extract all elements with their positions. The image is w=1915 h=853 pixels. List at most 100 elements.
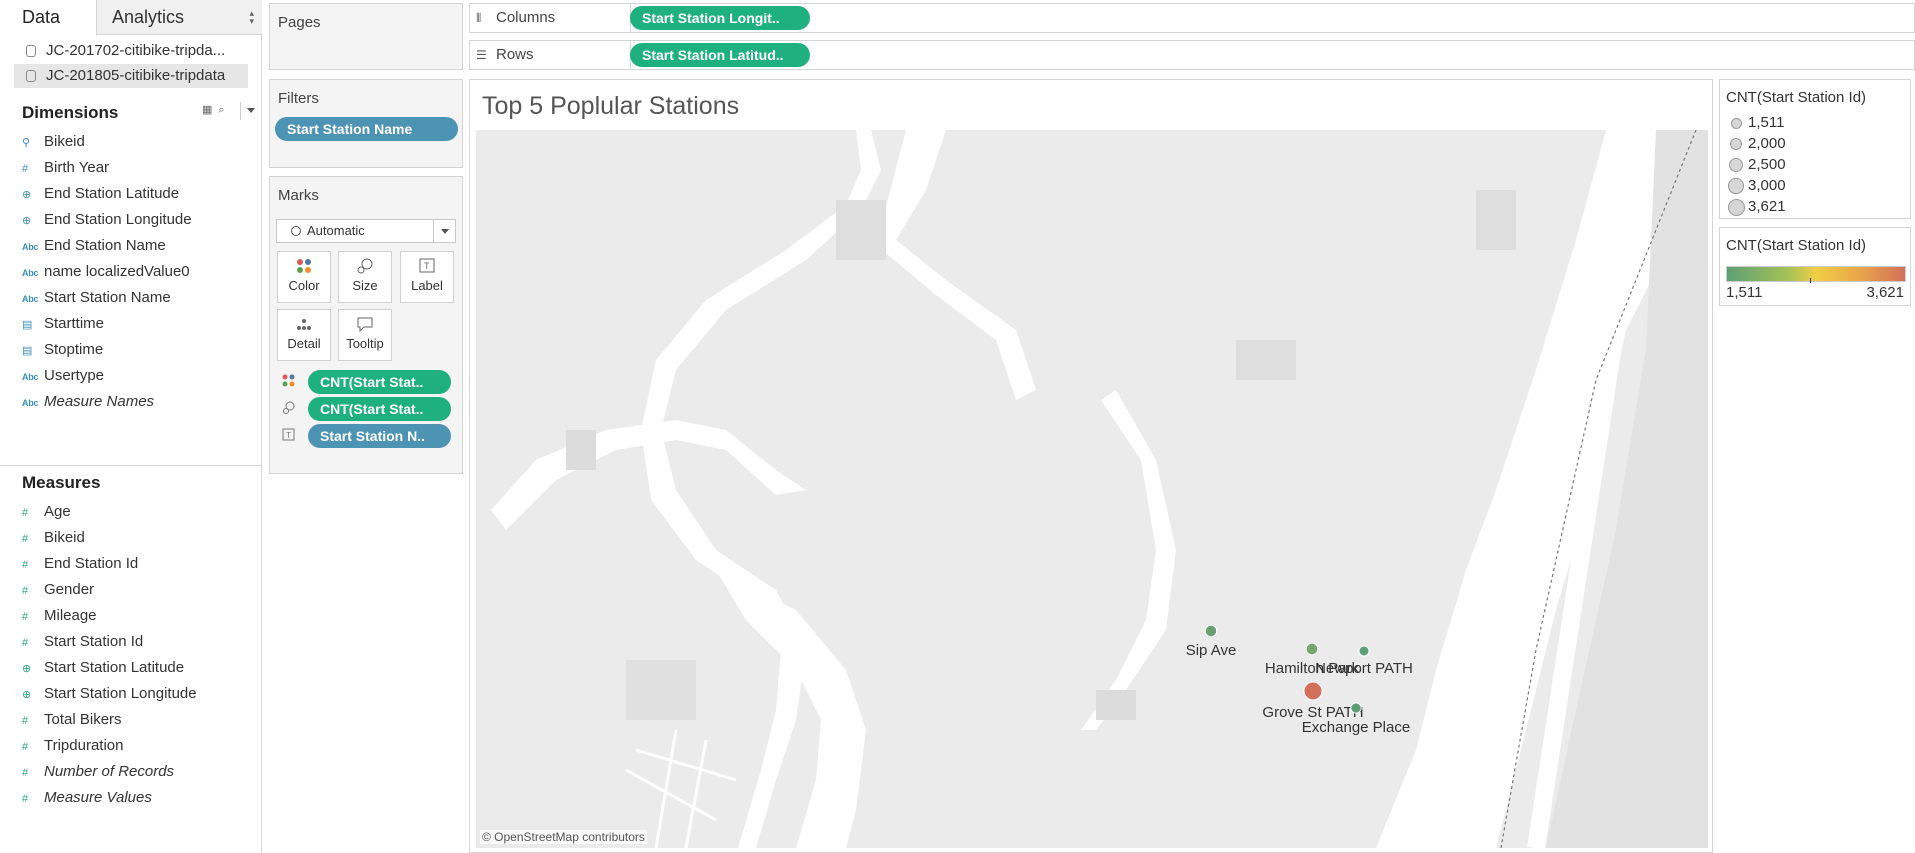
- tab-analytics[interactable]: Analytics: [112, 0, 184, 35]
- label-pill[interactable]: Start Station N..: [308, 424, 451, 448]
- size-legend[interactable]: CNT(Start Station Id) 1,511 2,000 2,500 3,0…: [1719, 79, 1911, 219]
- dimension-field[interactable]: Abc End Station Name: [22, 235, 166, 257]
- columns-pill[interactable]: Start Station Longit..: [630, 6, 810, 30]
- columns-shelf[interactable]: ⦀ Columns Start Station Longit..: [469, 3, 1915, 33]
- dimension-field[interactable]: ▤ Starttime: [22, 313, 104, 335]
- dimension-field[interactable]: Abc Usertype: [22, 365, 104, 387]
- measure-field[interactable]: # Total Bikers: [22, 709, 122, 731]
- measure-field-label: Measure Values: [44, 789, 152, 806]
- color-legend-max: 3,621: [1866, 284, 1904, 301]
- size-value: 3,000: [1748, 177, 1786, 194]
- datasource-item-active[interactable]: JC-201805-citibike-tripdata: [14, 64, 248, 88]
- link-icon: ⚲: [22, 137, 31, 149]
- pages-card[interactable]: Pages: [269, 3, 463, 70]
- filters-card[interactable]: Filters Start Station Name: [269, 79, 463, 168]
- dimension-field[interactable]: Abc Start Station Name: [22, 287, 171, 309]
- chevron-down-icon[interactable]: [433, 220, 455, 242]
- measure-field[interactable]: # Mileage: [22, 605, 97, 627]
- datasource-label: JC-201702-citibike-tripda...: [46, 42, 226, 59]
- dimension-field[interactable]: ⊕ End Station Longitude: [22, 209, 192, 231]
- columns-icon: ⦀: [476, 11, 482, 25]
- svg-text:T: T: [424, 261, 430, 271]
- station-mark[interactable]: [1350, 702, 1362, 714]
- tab-data[interactable]: Data: [0, 0, 97, 36]
- measure-field[interactable]: # Gender: [22, 579, 94, 601]
- measure-field[interactable]: # Start Station Id: [22, 631, 143, 653]
- detail-button[interactable]: Detail: [277, 309, 331, 361]
- color-button[interactable]: Color: [277, 251, 331, 303]
- pane-tabs: Data Analytics ▴ ▾: [0, 0, 262, 36]
- dimension-field[interactable]: ▤ Stoptime: [22, 339, 103, 361]
- size-button[interactable]: Size: [338, 251, 392, 303]
- search-icon[interactable]: ⌕: [218, 104, 224, 116]
- dimensions-heading: Dimensions: [22, 103, 119, 122]
- rows-shelf[interactable]: ☰ Rows Start Station Latitud..: [469, 40, 1915, 70]
- globe-icon: ⊕: [22, 663, 32, 675]
- dimension-field[interactable]: Abc name localizedValue0: [22, 261, 190, 283]
- columns-label-text: Columns: [496, 9, 556, 26]
- dimension-field-label: Bikeid: [44, 133, 85, 150]
- tooltip-label: Tooltip: [346, 336, 384, 351]
- measures-heading: Measures: [22, 473, 101, 492]
- globe-icon: ⊕: [22, 689, 32, 701]
- station-label: Exchange Place: [1302, 719, 1410, 736]
- measure-field[interactable]: # Number of Records: [22, 761, 174, 783]
- station-mark[interactable]: [1204, 624, 1218, 638]
- size-pill[interactable]: CNT(Start Stat..: [308, 397, 451, 421]
- dimension-field[interactable]: ⚲ Bikeid: [22, 131, 85, 153]
- speech-bubble-icon: [339, 310, 391, 336]
- chevron-down-icon[interactable]: [247, 108, 255, 113]
- abc-icon: Abc: [22, 242, 39, 252]
- worksheet-title: Top 5 Poplular Stations: [482, 92, 740, 120]
- measure-field[interactable]: ⊕ Start Station Longitude: [22, 683, 197, 705]
- measure-field[interactable]: # End Station Id: [22, 553, 138, 575]
- dimension-field[interactable]: Abc Measure Names: [22, 391, 154, 413]
- map-canvas[interactable]: Sip AveHamilton ParkNewport PATHGrove St…: [476, 130, 1708, 848]
- dimension-field[interactable]: # Birth Year: [22, 157, 109, 179]
- number-icon: #: [22, 715, 29, 727]
- database-icon: [26, 45, 36, 57]
- globe-icon: ⊕: [22, 189, 32, 201]
- pane-menu-icon[interactable]: ▴ ▾: [249, 9, 254, 26]
- marks-title: Marks: [278, 187, 319, 204]
- measure-field[interactable]: # Measure Values: [22, 787, 152, 809]
- number-icon: #: [22, 741, 29, 753]
- dimension-field-label: End Station Name: [44, 237, 166, 254]
- station-mark[interactable]: [1305, 642, 1319, 656]
- rows-icon: ☰: [476, 48, 487, 62]
- label-button[interactable]: T Label: [400, 251, 454, 303]
- mark-type-dropdown[interactable]: Automatic: [276, 219, 456, 243]
- rows-pill[interactable]: Start Station Latitud..: [630, 43, 810, 67]
- calendar-icon: ▤: [22, 319, 33, 331]
- calendar-icon: ▤: [22, 345, 33, 357]
- size-icon: [282, 401, 298, 418]
- color-legend[interactable]: CNT(Start Station Id) 1,511 3,621: [1719, 227, 1911, 306]
- measure-field[interactable]: # Bikeid: [22, 527, 85, 549]
- station-mark[interactable]: [1303, 681, 1323, 701]
- measure-field-label: Start Station Latitude: [44, 659, 185, 676]
- color-label: Color: [288, 278, 320, 293]
- dimension-field[interactable]: ⊕ End Station Latitude: [22, 183, 179, 205]
- measure-field-label: Gender: [44, 581, 95, 598]
- abc-icon: Abc: [22, 268, 39, 278]
- number-icon: #: [22, 793, 29, 805]
- number-icon: #: [22, 611, 29, 623]
- dimension-field-label: Starttime: [44, 315, 105, 332]
- dimension-field-label: End Station Longitude: [44, 211, 192, 228]
- view-data-icon[interactable]: ▦: [202, 104, 212, 116]
- dimension-field-label: Start Station Name: [44, 289, 171, 306]
- number-icon: #: [22, 637, 29, 649]
- tooltip-button[interactable]: Tooltip: [338, 309, 392, 361]
- map-view[interactable]: Sip Ave Hamilton Park Newport PATH Grove St…: [476, 130, 1708, 848]
- globe-icon: ⊕: [22, 215, 32, 227]
- size-swatch: [1729, 137, 1743, 151]
- filter-pill[interactable]: Start Station Name: [275, 117, 458, 141]
- measure-field[interactable]: ⊕ Start Station Latitude: [22, 657, 184, 679]
- measure-field[interactable]: # Age: [22, 501, 71, 523]
- measure-field[interactable]: # Tripduration: [22, 735, 123, 757]
- datasource-item[interactable]: JC-201702-citibike-tripda...: [14, 39, 248, 63]
- number-icon: #: [22, 507, 29, 519]
- map-attribution[interactable]: © OpenStreetMap contributors: [480, 830, 647, 844]
- station-mark[interactable]: [1358, 645, 1370, 657]
- color-pill[interactable]: CNT(Start Stat..: [308, 370, 451, 394]
